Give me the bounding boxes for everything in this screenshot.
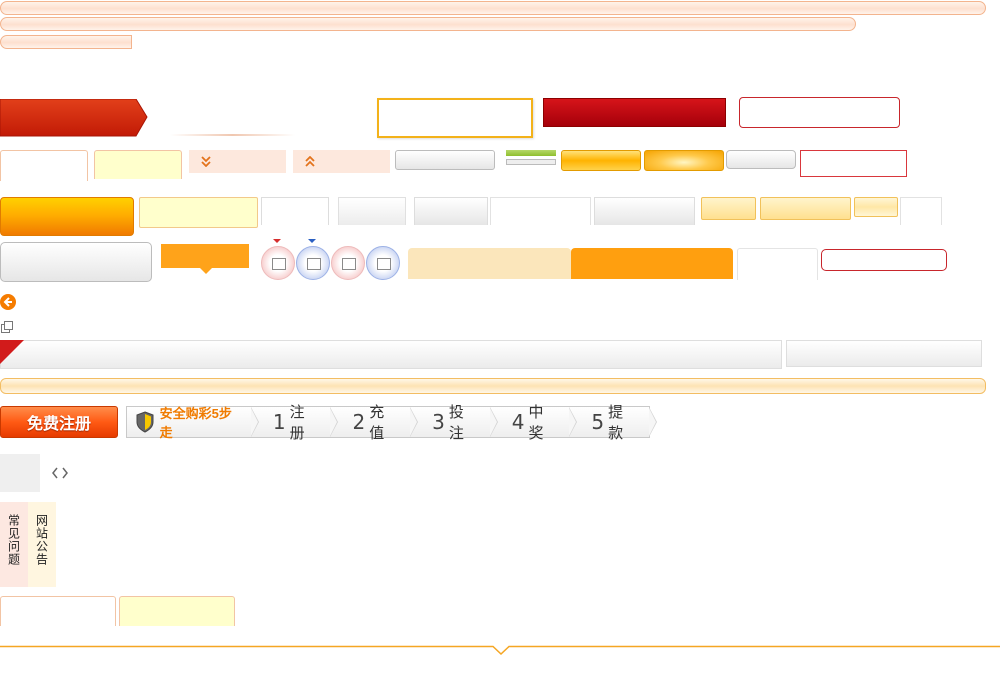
step-2: 2 充值	[330, 404, 418, 442]
gray-large-button[interactable]	[0, 242, 152, 282]
angle-brackets-icon[interactable]	[52, 467, 68, 479]
orange-button-hover[interactable]	[644, 150, 724, 171]
step-label: 充值	[369, 404, 385, 442]
step-3: 3 投注	[410, 404, 498, 442]
orange-rounded-bar	[0, 378, 986, 394]
register-button[interactable]: 免费注册	[0, 406, 118, 438]
yellow-tab-1[interactable]	[701, 197, 756, 220]
safety-step-title: 安全购彩5步走	[127, 406, 259, 440]
tab-light-orange[interactable]	[408, 248, 571, 279]
step-4: 4 中奖	[490, 404, 577, 442]
white-tab-3[interactable]	[490, 197, 591, 225]
window-icon	[272, 258, 286, 270]
top-pill-bar-3	[0, 35, 132, 49]
window-icon	[342, 258, 356, 270]
white-tab-6[interactable]	[0, 596, 116, 626]
gray-tab-2[interactable]	[414, 197, 488, 225]
tab-yellow-1[interactable]	[94, 150, 182, 179]
gray-header-bar-2	[786, 340, 982, 367]
red-corner-ribbon	[0, 340, 24, 364]
safety-title: 安全购彩5步走	[159, 406, 232, 440]
step-1: 1 注册	[251, 404, 339, 442]
step-5: 5 提款	[569, 404, 657, 442]
external-window-icon[interactable]	[1, 321, 13, 333]
sidebar-tab-label: 网站公告	[34, 514, 49, 566]
window-icon	[377, 258, 391, 270]
top-pill-bar-2	[0, 17, 856, 31]
step-label: 提款	[608, 404, 624, 442]
yellow-tab-3[interactable]	[854, 197, 898, 217]
white-tab-4[interactable]	[900, 197, 942, 225]
orange-button-1[interactable]	[561, 150, 641, 171]
step-label: 中奖	[528, 404, 544, 442]
expand-bar[interactable]	[189, 150, 286, 173]
pointer-red-1	[273, 239, 281, 243]
gray-tab-1[interactable]	[338, 197, 406, 225]
red-arrow-banner	[0, 99, 148, 137]
gray-button-2[interactable]	[726, 150, 796, 169]
step-number: 4	[511, 410, 525, 434]
circle-icon-red-2[interactable]	[331, 246, 365, 280]
thin-divider	[170, 134, 295, 136]
gray-header-bar	[0, 340, 782, 369]
yellow-tab-4[interactable]	[119, 596, 235, 626]
yellow-outline-box	[377, 98, 533, 138]
yellow-input-1[interactable]	[139, 197, 258, 228]
white-tab-2[interactable]	[261, 197, 329, 225]
orange-divider-notch	[0, 645, 1000, 656]
sidebar-tab-faq[interactable]: 常见问题	[0, 502, 28, 587]
step-number: 3	[432, 410, 445, 434]
circle-icon-red-1[interactable]	[261, 246, 295, 280]
pointer-blue-1	[308, 239, 316, 243]
tab-orange-active[interactable]	[571, 248, 733, 279]
tab-white-1[interactable]	[0, 150, 88, 181]
window-icon	[307, 258, 321, 270]
gray-tab-3[interactable]	[594, 197, 695, 225]
gray-button-1[interactable]	[395, 150, 495, 170]
yellow-tab-2[interactable]	[760, 197, 851, 220]
step-label: 投注	[448, 404, 464, 442]
step-number: 1	[272, 410, 286, 434]
red-outline-input[interactable]	[800, 150, 907, 177]
orange-large-button[interactable]	[0, 197, 134, 236]
circle-icon-blue-1[interactable]	[296, 246, 330, 280]
sidebar-tab-notice[interactable]: 网站公告	[28, 502, 56, 587]
circle-icon-blue-2[interactable]	[366, 246, 400, 280]
chevron-double-down-icon[interactable]	[201, 156, 211, 167]
top-pill-bar-1	[0, 1, 986, 15]
step-number: 5	[591, 410, 605, 434]
shield-icon	[136, 411, 154, 433]
red-gradient-bar	[543, 98, 726, 127]
collapse-bar[interactable]	[293, 150, 390, 173]
register-label: 免费注册	[26, 416, 91, 433]
step-label: 注册	[289, 404, 305, 442]
tab-white-5[interactable]	[737, 248, 818, 280]
red-outline-tab-2	[821, 249, 947, 271]
safety-steps-bar: 安全购彩5步走 1 注册 2 充值 3 投注 4 中奖 5 提款	[126, 404, 657, 442]
red-outline-tab	[739, 97, 900, 128]
step-number: 2	[352, 410, 366, 434]
sidebar-tab-label: 常见问题	[6, 514, 21, 566]
gray-square	[0, 454, 40, 492]
green-gray-swatch	[506, 150, 556, 167]
arrow-left-circle-icon[interactable]	[0, 294, 16, 310]
chevron-double-up-icon[interactable]	[305, 156, 315, 167]
orange-dropdown-tab[interactable]	[161, 244, 249, 274]
